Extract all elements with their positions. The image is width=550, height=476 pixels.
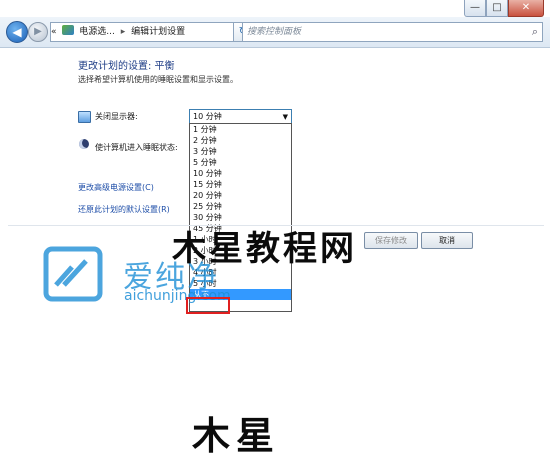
navigation-bar: ◀ ▶ « 电源选... ▸ 编辑计划设置 ▼ ↻ 搜索控制面板 ⌕: [0, 17, 550, 48]
watermark-bottom-text: 木星: [192, 414, 281, 458]
breadcrumb-separator: ▸: [120, 27, 126, 37]
option-20-min[interactable]: 20 分钟: [190, 190, 291, 201]
save-changes-button[interactable]: 保存修改: [364, 232, 418, 249]
search-icon[interactable]: ⌕: [532, 23, 538, 41]
option-25-min[interactable]: 25 分钟: [190, 201, 291, 212]
maximize-button[interactable]: □: [486, 0, 508, 17]
display-off-value: 10 分钟: [193, 112, 222, 121]
option-1-min[interactable]: 1 分钟: [190, 124, 291, 135]
option-3-min[interactable]: 3 分钟: [190, 146, 291, 157]
cancel-button[interactable]: 取消: [421, 232, 473, 249]
sleep-label: 使计算机进入睡眠状态:: [95, 143, 178, 152]
page-description: 选择希望计算机使用的睡眠设置和显示设置。: [78, 75, 238, 84]
search-placeholder: 搜索控制面板: [247, 27, 302, 37]
option-15-min[interactable]: 15 分钟: [190, 179, 291, 190]
sleep-moon-icon: [79, 139, 89, 149]
option-5-min[interactable]: 5 分钟: [190, 157, 291, 168]
search-box[interactable]: 搜索控制面板 ⌕: [242, 22, 543, 42]
watermark-site-name: 木星教程网: [172, 229, 357, 269]
breadcrumb-prefix: «: [51, 27, 57, 37]
display-off-label: 关闭显示器:: [95, 112, 138, 121]
page-title: 更改计划的设置: 平衡: [78, 61, 175, 72]
back-arrow-icon[interactable]: ◀: [6, 21, 28, 43]
restore-defaults-link[interactable]: 还原此计划的默认设置(R): [78, 204, 170, 215]
breadcrumb-item-power-options[interactable]: 电源选...: [79, 27, 115, 37]
caption-buttons: — □ ✕: [464, 0, 544, 17]
advanced-power-settings-link[interactable]: 更改高级电源设置(C): [78, 182, 154, 193]
minimize-button[interactable]: —: [464, 0, 486, 17]
highlight-box: [186, 297, 230, 314]
address-bar[interactable]: « 电源选... ▸ 编辑计划设置 ▼: [50, 22, 234, 42]
watermark-logo-icon: [43, 246, 103, 302]
option-10-min[interactable]: 10 分钟: [190, 168, 291, 179]
chevron-down-icon[interactable]: ▼: [283, 110, 288, 124]
breadcrumb-item-edit-plan[interactable]: 编辑计划设置: [131, 27, 185, 37]
window: — □ ✕ ◀ ▶ « 电源选... ▸ 编辑计划设置 ▼ ↻ 搜索控制面板 ⌕…: [0, 0, 550, 476]
option-2-min[interactable]: 2 分钟: [190, 135, 291, 146]
monitor-icon: [78, 111, 91, 123]
close-button[interactable]: ✕: [508, 0, 544, 17]
forward-arrow-icon[interactable]: ▶: [28, 22, 48, 42]
control-panel-icon: [62, 25, 75, 35]
